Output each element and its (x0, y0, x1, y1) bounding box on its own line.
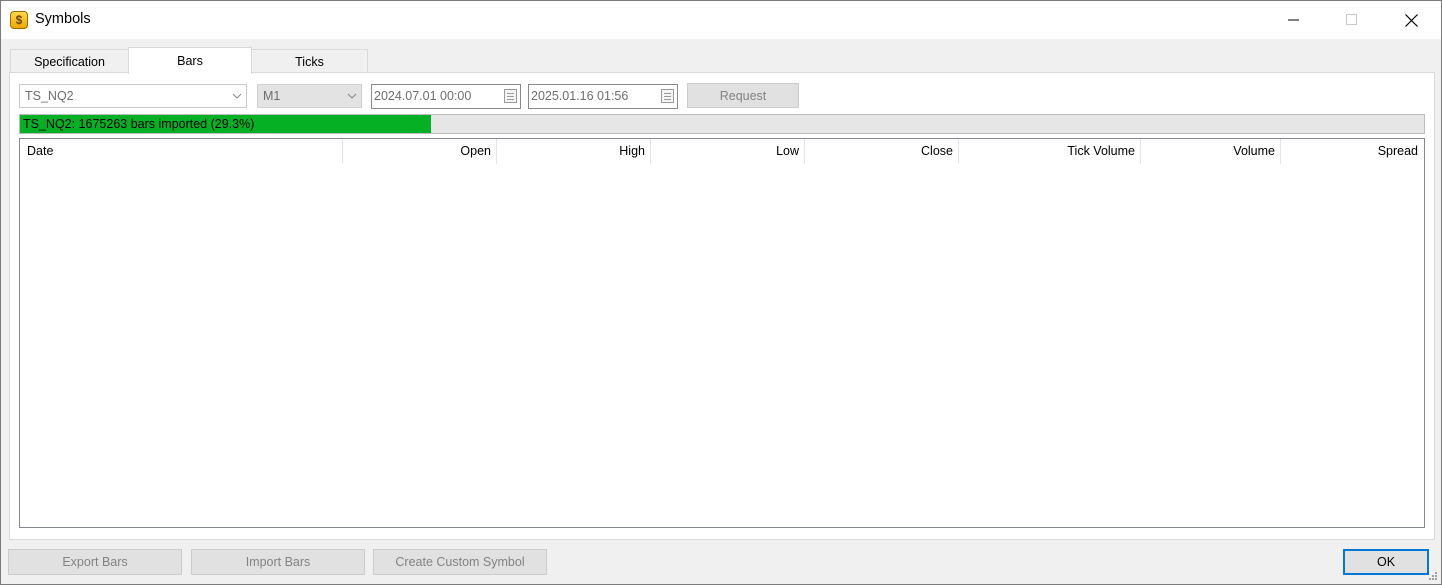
request-button[interactable]: Request (687, 83, 799, 108)
bars-table[interactable]: Date Open High Low Close Tick Volume Vol… (19, 138, 1425, 528)
timeframe-select[interactable]: M1 (257, 84, 362, 108)
timeframe-select-value: M1 (263, 89, 281, 103)
column-header-tick-volume[interactable]: Tick Volume (959, 139, 1141, 164)
window-title: Symbols (35, 11, 91, 27)
date-from-value: 2024.07.01 00:00 (374, 89, 472, 103)
ok-button[interactable]: OK (1343, 549, 1429, 575)
minimize-button[interactable] (1265, 1, 1323, 39)
import-progress-bar: TS_NQ2: 1675263 bars imported (29.3%) (19, 114, 1425, 134)
progress-text: TS_NQ2: 1675263 bars imported (29.3%) (23, 117, 255, 131)
export-bars-button[interactable]: Export Bars (8, 549, 182, 575)
column-header-high[interactable]: High (497, 139, 651, 164)
tab-ticks[interactable]: Ticks (251, 49, 368, 73)
close-icon (1404, 13, 1418, 27)
column-header-close[interactable]: Close (805, 139, 959, 164)
calendar-icon[interactable] (504, 89, 517, 103)
date-to-field[interactable]: 2025.01.16 01:56 (528, 84, 678, 109)
column-header-open[interactable]: Open (343, 139, 497, 164)
calendar-icon[interactable] (661, 89, 674, 103)
title-bar[interactable]: $ Symbols (1, 1, 1441, 39)
column-header-date[interactable]: Date (20, 139, 343, 164)
date-from-field[interactable]: 2024.07.01 00:00 (371, 84, 521, 109)
close-button[interactable] (1382, 1, 1440, 39)
bars-panel: TS_NQ2 M1 2024.07.01 00:00 2025.01.16 01… (9, 72, 1435, 540)
symbol-select[interactable]: TS_NQ2 (19, 84, 247, 108)
column-header-volume[interactable]: Volume (1141, 139, 1281, 164)
column-header-spread[interactable]: Spread (1281, 139, 1423, 164)
import-bars-button[interactable]: Import Bars (191, 549, 365, 575)
date-to-value: 2025.01.16 01:56 (531, 89, 629, 103)
chevron-down-icon (232, 93, 242, 99)
create-custom-symbol-button[interactable]: Create Custom Symbol (373, 549, 547, 575)
column-header-low[interactable]: Low (651, 139, 805, 164)
maximize-icon (1346, 14, 1357, 25)
chevron-down-icon (347, 93, 357, 99)
maximize-button[interactable] (1323, 1, 1381, 39)
tab-bars[interactable]: Bars (128, 47, 252, 74)
symbols-window: $ Symbols Specification Bars Ticks TS_NQ… (0, 0, 1442, 585)
symbol-select-value: TS_NQ2 (25, 89, 74, 103)
minimize-icon (1288, 19, 1299, 21)
tab-specification[interactable]: Specification (10, 49, 129, 73)
table-header: Date Open High Low Close Tick Volume Vol… (20, 139, 1424, 164)
resize-grip-icon[interactable] (1428, 571, 1438, 581)
app-icon: $ (10, 11, 28, 29)
